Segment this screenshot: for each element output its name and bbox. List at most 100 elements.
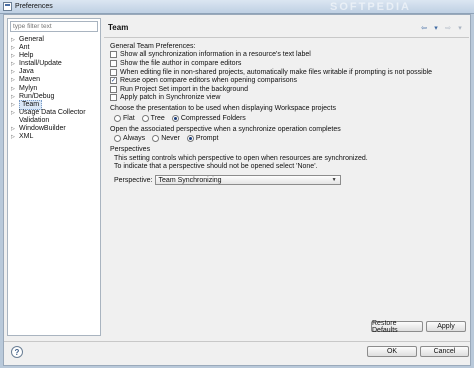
checkbox-label: When editing file in non-shared projects… (120, 68, 433, 76)
tree-item-maven[interactable]: ▷ Maven (8, 76, 100, 84)
preference-tree: ▷ General ▷ Ant ▷ Help ▷ Install/Update ▷ Jav… (8, 36, 100, 141)
expand-arrow-icon[interactable]: ▷ (11, 125, 19, 133)
expand-arrow-icon[interactable]: ▷ (11, 36, 19, 44)
tree-item-label: Ant (19, 44, 30, 52)
tree-item-help[interactable]: ▷ Help (8, 52, 100, 60)
tree-item-general[interactable]: ▷ General (8, 36, 100, 44)
page-header: Team ⇦ ▾ ⇨ ▾ (104, 18, 469, 38)
tree-item-label: Install/Update (19, 60, 62, 68)
checkbox[interactable] (110, 51, 117, 59)
radio-label: Prompt (195, 135, 219, 143)
option-apply-patch[interactable]: Apply patch in Synchronize view (110, 94, 463, 103)
apply-button[interactable]: Apply (426, 321, 466, 332)
perspectives-group: Perspectives This setting controls which… (110, 146, 463, 186)
perspectives-description-2: To indicate that a perspective should no… (114, 163, 318, 171)
option-make-files-writable[interactable]: When editing file in non-shared projects… (110, 68, 463, 77)
expand-arrow-icon[interactable]: ▷ (11, 85, 19, 93)
radio-never[interactable]: Never (152, 135, 180, 143)
tree-item-label: Validation (19, 116, 50, 124)
tree-item-label: Java (19, 68, 34, 76)
open-perspective-label: Open the associated perspective when a s… (110, 125, 341, 133)
tree-item-label: WindowBuilder (19, 125, 66, 133)
radio-prompt[interactable]: Prompt (186, 135, 219, 143)
cancel-button[interactable]: Cancel (420, 346, 469, 357)
radio-flat[interactable]: Flat (114, 114, 135, 122)
expand-arrow-icon[interactable]: ▷ (11, 52, 19, 60)
radio-compressed-folders[interactable]: Compressed Folders (171, 114, 246, 122)
checkbox[interactable] (110, 68, 117, 76)
expand-arrow-icon[interactable]: ▷ (11, 68, 19, 76)
filter-input[interactable] (10, 21, 98, 32)
checkbox-label: Reuse open compare editors when opening … (120, 77, 298, 85)
checkbox-label: Show the file author in compare editors (120, 59, 242, 67)
tree-item-xml[interactable]: ▷ XML (8, 133, 100, 141)
checkbox-label: Apply patch in Synchronize view (120, 94, 221, 102)
tree-item-label: General (19, 36, 44, 43)
tree-item-usage-data-collector[interactable]: ▷ Usage Data Collector (8, 109, 100, 117)
title-bar: Preferences SOFTPEDIA (0, 0, 474, 14)
forward-arrow-icon[interactable]: ⇨ (443, 23, 453, 32)
option-show-sync-info[interactable]: Show all synchronization information in … (110, 51, 463, 60)
preference-tree-pane: ▷General ▷Ant ▷Help ▷Install/Update ▷Jav… (7, 18, 101, 336)
radio-tree[interactable]: Tree (141, 114, 165, 122)
radio-label: Tree (150, 114, 165, 122)
checkbox[interactable] (110, 85, 117, 93)
checkbox-label: Run Project Set import in the background (120, 85, 249, 93)
preferences-app-icon (3, 2, 12, 11)
forward-menu-icon[interactable]: ▾ (455, 23, 465, 32)
expand-arrow-icon[interactable]: ▷ (11, 44, 19, 52)
back-menu-icon[interactable]: ▾ (431, 23, 441, 32)
tree-item-windowbuilder[interactable]: ▷ WindowBuilder (8, 125, 100, 133)
button-bar-separator (4, 341, 470, 342)
tree-item-label: XML (19, 133, 34, 141)
checkbox-checked[interactable]: ✓ (110, 77, 117, 85)
tree-item-install-update[interactable]: ▷ Install/Update (8, 60, 100, 68)
option-reuse-compare-editors[interactable]: ✓ Reuse open compare editors when opening… (110, 76, 463, 85)
radio-label: Compressed Folders (180, 114, 246, 122)
page-content: General Team Preferences: Show all synch… (104, 38, 469, 189)
open-perspective-radio-group: Always Never Prompt (110, 134, 463, 143)
tree-item-validation[interactable]: Validation (8, 117, 100, 125)
preference-page: Team ⇦ ▾ ⇨ ▾ General Team Preferences: S… (104, 18, 469, 336)
perspectives-description-1: This setting controls which perspective … (114, 154, 368, 162)
checkbox-label: Show all synchronization information in … (120, 51, 311, 59)
option-show-file-author[interactable]: Show the file author in compare editors (110, 59, 463, 68)
radio-always[interactable]: Always (114, 135, 146, 143)
preferences-dialog: ▷General ▷Ant ▷Help ▷Install/Update ▷Jav… (3, 14, 471, 366)
radio-label: Never (161, 135, 180, 143)
restore-defaults-button[interactable]: Restore Defaults (371, 320, 423, 334)
history-nav: ⇦ ▾ ⇨ ▾ (419, 23, 465, 32)
expand-arrow-icon[interactable]: ▷ (11, 60, 19, 68)
option-run-project-set-import[interactable]: Run Project Set import in the background (110, 85, 463, 94)
tree-item-label: Maven (19, 76, 41, 84)
tree-item-label: Mylyn (19, 84, 38, 92)
tree-item-label: Usage Data Collector (19, 108, 86, 116)
perspective-select-value: Team Synchronizing (158, 176, 222, 184)
perspective-select[interactable]: Team Synchronizing ▼ (154, 175, 341, 186)
window-title: Preferences (15, 3, 53, 10)
back-arrow-icon[interactable]: ⇦ (419, 23, 429, 32)
presentation-label: Choose the presentation to be used when … (110, 105, 336, 113)
expand-arrow-icon[interactable]: ▷ (11, 101, 19, 109)
expand-arrow-icon[interactable]: ▷ (11, 76, 19, 84)
help-icon[interactable]: ? (11, 346, 23, 358)
tree-item-label: Help (19, 52, 34, 60)
expand-arrow-icon[interactable]: ▷ (11, 109, 19, 117)
tree-item-mylyn[interactable]: ▷ Mylyn (8, 85, 100, 93)
tree-item-java[interactable]: ▷ Java (8, 68, 100, 76)
watermark: SOFTPEDIA (330, 1, 411, 13)
ok-button[interactable]: OK (367, 346, 417, 357)
expand-arrow-icon[interactable]: ▷ (11, 93, 19, 101)
general-label: General Team Preferences: (110, 42, 196, 50)
radio-label: Always (123, 135, 146, 143)
expand-arrow-icon[interactable]: ▷ (11, 133, 19, 141)
checkbox[interactable] (110, 59, 117, 67)
page-title: Team (108, 23, 129, 32)
checkbox[interactable] (110, 94, 117, 102)
chevron-down-icon: ▼ (331, 177, 337, 184)
tree-item-team[interactable]: ▷ Team (8, 99, 100, 110)
perspective-label: Perspective: (114, 176, 153, 184)
tree-item-ant[interactable]: ▷ Ant (8, 44, 100, 52)
radio-label: Flat (123, 114, 135, 122)
perspective-select-row: Perspective: Team Synchronizing ▼ (110, 175, 463, 186)
